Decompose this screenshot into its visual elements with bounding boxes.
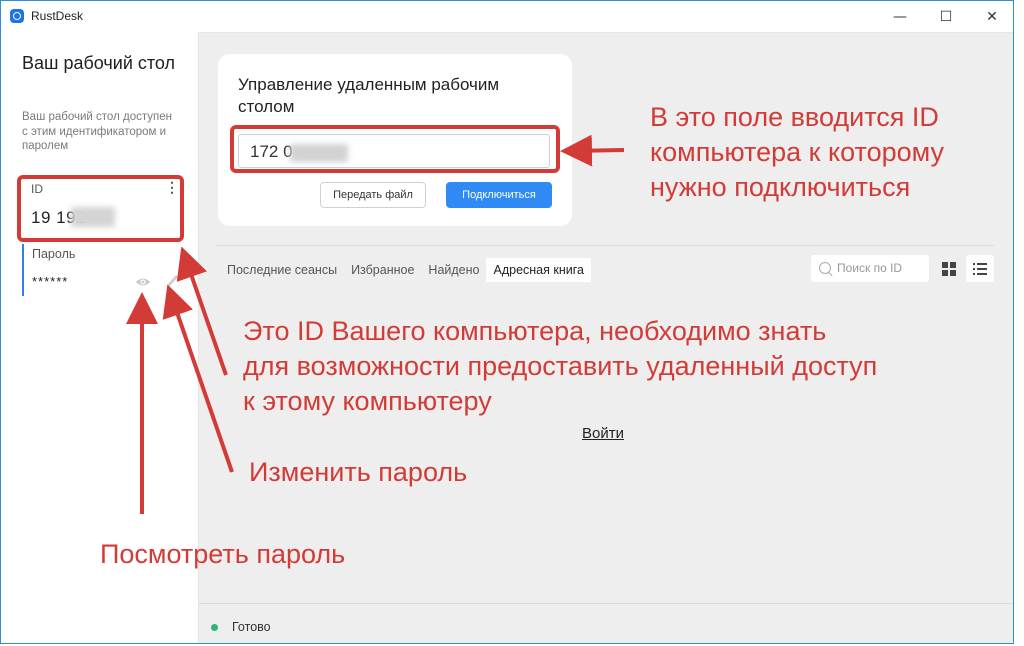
login-link[interactable]: Войти bbox=[582, 425, 624, 442]
rustdesk-logo-icon bbox=[10, 9, 24, 23]
status-indicator bbox=[211, 624, 218, 631]
sidebar-title: Ваш рабочий стол bbox=[22, 53, 176, 73]
divider bbox=[216, 245, 994, 246]
close-button[interactable]: ✕ bbox=[969, 1, 1013, 32]
password-value: ****** bbox=[32, 274, 69, 289]
minimize-button[interactable]: — bbox=[877, 1, 923, 32]
password-block: Пароль ****** bbox=[22, 244, 184, 296]
password-label: Пароль bbox=[32, 247, 76, 261]
sidebar-description: Ваш рабочий стол доступен с этим идентиф… bbox=[22, 111, 172, 152]
eye-icon[interactable] bbox=[135, 274, 151, 290]
peer-tabs: Последние сеансы Избранное Найдено Адрес… bbox=[220, 258, 591, 282]
maximize-button[interactable]: ☐ bbox=[923, 1, 969, 32]
connect-button[interactable]: Подключиться bbox=[446, 182, 552, 208]
tab-recent-sessions[interactable]: Последние сеансы bbox=[220, 258, 344, 282]
list-view-icon[interactable] bbox=[966, 255, 994, 282]
status-bar: Готово bbox=[199, 603, 1013, 643]
connect-card-title: Управление удаленным рабочим столом bbox=[238, 75, 500, 116]
title-bar: RustDesk — ☐ ✕ bbox=[1, 1, 1013, 33]
window-title: RustDesk bbox=[31, 9, 84, 23]
search-input[interactable]: Поиск по ID bbox=[811, 255, 929, 282]
status-text: Готово bbox=[232, 620, 271, 634]
annotation-view-password: Посмотреть пароль bbox=[100, 539, 346, 569]
annotation-id-field-line-3: нужно подключиться bbox=[650, 172, 911, 202]
annotation-your-id-line-2: для возможности предоставить удаленный д… bbox=[243, 351, 878, 381]
pencil-icon[interactable] bbox=[164, 272, 180, 290]
input-highlight-box bbox=[230, 125, 560, 173]
annotation-your-id: Это ID Вашего компьютера, необходимо зна… bbox=[243, 314, 877, 419]
annotation-change-password: Изменить пароль bbox=[249, 457, 468, 487]
search-placeholder: Поиск по ID bbox=[837, 261, 903, 275]
id-highlight-box bbox=[17, 175, 184, 242]
tab-favorites[interactable]: Избранное bbox=[344, 258, 421, 282]
grid-view-icon[interactable] bbox=[935, 255, 963, 282]
annotation-id-field-line-1: В это поле вводится ID bbox=[650, 102, 939, 132]
annotation-your-id-line-3: к этому компьютеру bbox=[243, 386, 492, 416]
tab-discovered[interactable]: Найдено bbox=[421, 258, 486, 282]
annotation-your-id-line-1: Это ID Вашего компьютера, необходимо зна… bbox=[243, 316, 827, 346]
search-icon bbox=[819, 262, 831, 274]
tab-address-book[interactable]: Адресная книга bbox=[486, 258, 591, 282]
transfer-file-button[interactable]: Передать файл bbox=[320, 182, 426, 208]
annotation-id-field-line-2: компьютера к которому bbox=[650, 137, 944, 167]
annotation-id-field: В это поле вводится ID компьютера к кото… bbox=[650, 100, 944, 205]
